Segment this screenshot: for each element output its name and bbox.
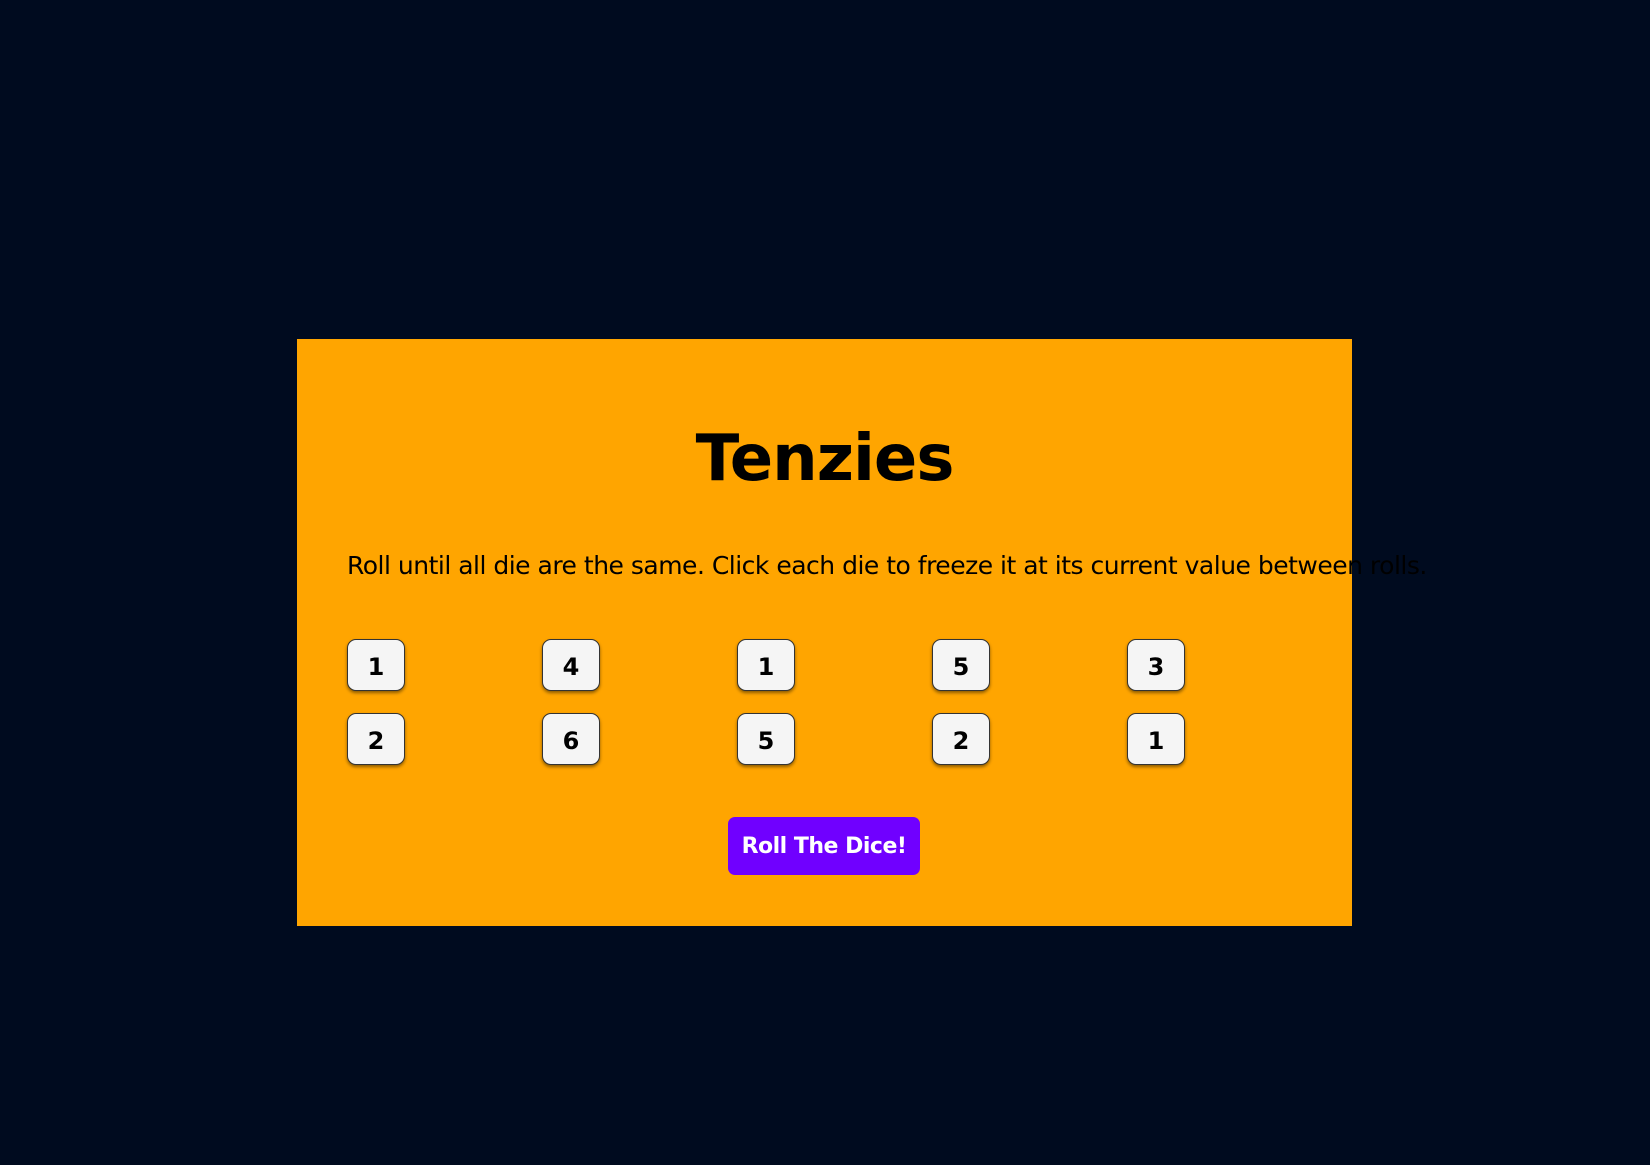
roll-dice-button[interactable]: Roll The Dice! <box>728 817 920 875</box>
game-instructions: Roll until all die are the same. Click e… <box>347 551 1427 580</box>
die[interactable]: 5 <box>737 713 795 765</box>
game-board: Tenzies Roll until all die are the same.… <box>297 339 1427 926</box>
die[interactable]: 5 <box>932 639 990 691</box>
game-title: Tenzies <box>695 422 955 496</box>
die[interactable]: 3 <box>1127 639 1185 691</box>
page: Tenzies Roll until all die are the same.… <box>0 0 1650 1165</box>
die[interactable]: 1 <box>347 639 405 691</box>
die[interactable]: 2 <box>932 713 990 765</box>
die[interactable]: 6 <box>542 713 600 765</box>
die[interactable]: 1 <box>1127 713 1185 765</box>
die[interactable]: 4 <box>542 639 600 691</box>
dice-grid: 1 4 1 5 3 2 6 5 2 1 <box>347 639 1322 769</box>
die[interactable]: 2 <box>347 713 405 765</box>
die[interactable]: 1 <box>737 639 795 691</box>
